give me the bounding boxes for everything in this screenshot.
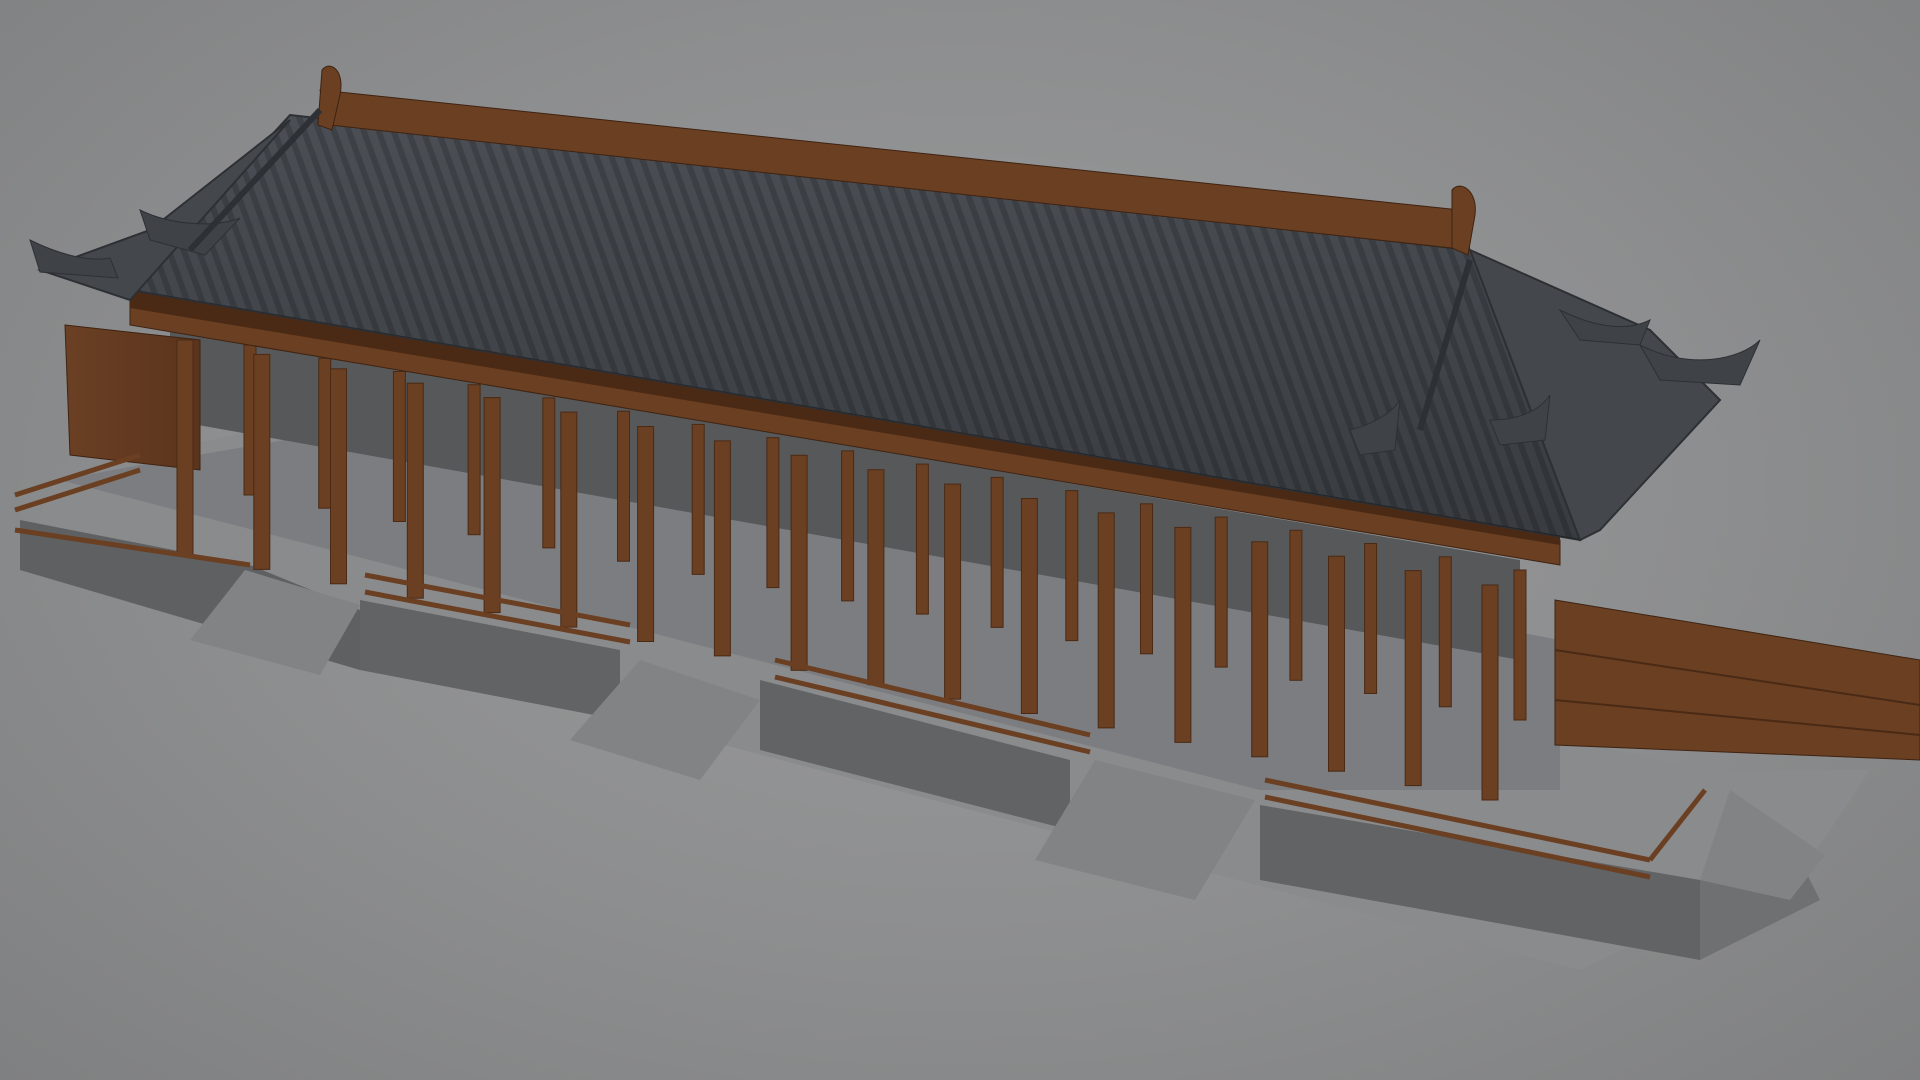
- front-column-5: [483, 397, 501, 614]
- inner-column-8: [766, 437, 780, 589]
- inner-column-9: [841, 450, 855, 602]
- inner-column-16: [1364, 543, 1378, 694]
- front-column-12: [1020, 498, 1038, 714]
- inner-column-3: [392, 371, 406, 522]
- inner-column-10: [915, 463, 929, 615]
- front-column-6: [560, 411, 578, 628]
- front-column-14: [1174, 526, 1192, 743]
- inner-column-4: [467, 384, 481, 536]
- front-column-7: [637, 426, 655, 642]
- front-column-18: [1481, 584, 1499, 801]
- front-column-8: [713, 440, 731, 657]
- hall-scene: [14, 65, 1920, 970]
- front-column-4: [406, 382, 424, 599]
- front-column-15: [1251, 541, 1269, 758]
- front-column-3: [330, 368, 347, 585]
- inner-column-2: [318, 357, 332, 509]
- right-extension-wall: [1554, 599, 1920, 761]
- inner-column-17: [1438, 556, 1452, 708]
- ridge-ornament-right: [1451, 185, 1476, 256]
- front-column-11: [944, 483, 962, 700]
- front-column-17: [1404, 570, 1422, 787]
- inner-column-11: [990, 476, 1004, 628]
- front-column-9: [790, 454, 808, 671]
- inner-column-13: [1140, 503, 1153, 655]
- inner-column-14: [1214, 516, 1228, 668]
- inner-column-7: [691, 423, 705, 575]
- front-column-13: [1097, 512, 1115, 729]
- inner-column-5: [542, 397, 556, 549]
- inner-column-6: [617, 410, 630, 562]
- front-column-10: [867, 469, 885, 686]
- inner-column-18: [1513, 569, 1527, 721]
- inner-column-12: [1065, 490, 1079, 642]
- inner-column-15: [1289, 529, 1303, 681]
- front-column-2: [253, 353, 271, 570]
- render-viewport: [0, 0, 1920, 1080]
- front-column-16: [1328, 555, 1345, 772]
- front-column-1: [176, 339, 194, 556]
